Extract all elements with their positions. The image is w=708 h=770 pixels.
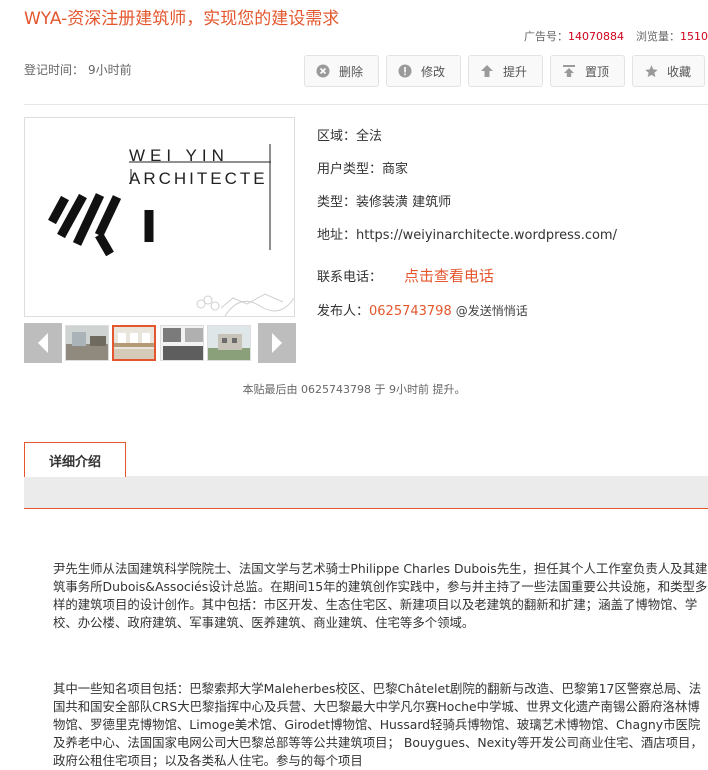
divider [24, 104, 708, 105]
thumbnail[interactable] [65, 325, 109, 361]
ad-number-label: 广告号： [524, 30, 568, 43]
ad-meta: 广告号：14070884 浏览量：1510 [524, 28, 708, 44]
tab-bar [24, 476, 708, 509]
category-value: 装修装潢 建筑师 [356, 195, 452, 210]
region-row: 区域：全法 [317, 125, 382, 144]
user-type-row: 用户类型：商家 [317, 158, 408, 177]
pin-top-icon [561, 63, 577, 79]
delete-label: 删除 [339, 64, 364, 79]
bump-button[interactable]: 提升 [468, 55, 543, 87]
last-bump-note: 本贴最后由 0625743798 于 9小时前 提升。 [242, 383, 466, 396]
category-label: 类型： [317, 195, 357, 210]
edit-icon [397, 63, 413, 79]
category-row: 类型：装修装潢 建筑师 [317, 191, 451, 210]
pin-button[interactable]: 置顶 [550, 55, 625, 87]
chevron-right-icon [272, 333, 282, 353]
region-value: 全法 [356, 129, 383, 144]
poster-row: 发布人：0625743798 @发送悄悄话 [317, 300, 528, 319]
registration-value: 9小时前 [88, 63, 132, 77]
user-type-value: 商家 [382, 162, 409, 177]
arrow-up-icon [479, 63, 495, 79]
delete-button[interactable]: 删除 [304, 55, 379, 87]
edit-button[interactable]: 修改 [386, 55, 461, 87]
chevron-left-icon [38, 333, 48, 353]
page-title: WYA-资深注册建筑师，实现您的建设需求 [24, 9, 340, 29]
favorite-label: 收藏 [667, 64, 692, 79]
phone-row: 联系电话： 点击查看电话 [317, 265, 494, 286]
description-paragraph-2: 其中一些知名项目包括：巴黎索邦大学Maleherbes校区、巴黎Châtelet… [53, 681, 703, 768]
edit-label: 修改 [421, 64, 446, 79]
bump-label: 提升 [503, 64, 528, 79]
show-phone-link[interactable]: 点击查看电话 [404, 267, 494, 285]
thumbnail[interactable] [207, 325, 251, 361]
architect-logo-image: WEI YIN ARCHITECTE [48, 144, 294, 316]
action-toolbar: 删除 修改 提升 置顶 收藏 [304, 55, 705, 87]
poster-link[interactable]: 0625743798 [369, 304, 452, 319]
thumbnail-active[interactable] [112, 325, 156, 361]
ad-number: 14070884 [568, 30, 624, 43]
phone-label: 联系电话： [317, 270, 383, 285]
thumbnail-strip [24, 323, 296, 363]
favorite-button[interactable]: 收藏 [632, 55, 705, 87]
star-icon [643, 63, 659, 79]
send-whisper-link[interactable]: @发送悄悄话 [456, 304, 528, 318]
description-paragraph-1: 尹先生师从法国建筑科学院院士、法国文学与艺术骑士Philippe Charles… [53, 561, 708, 630]
poster-label: 发布人： [317, 304, 370, 319]
registration-time: 登记时间： 9小时前 [24, 61, 132, 78]
address-label: 地址： [317, 228, 357, 243]
views-count: 1510 [680, 30, 708, 43]
registration-label: 登记时间： [24, 63, 85, 77]
main-photo[interactable]: WEI YIN ARCHITECTE [24, 117, 295, 317]
views-label: 浏览量： [636, 30, 680, 43]
prev-image-button[interactable] [24, 323, 62, 363]
thumbnail[interactable] [160, 325, 204, 361]
user-type-label: 用户类型： [317, 162, 383, 177]
address-value[interactable]: https://weiyinarchitecte.wordpress.com/ [356, 228, 617, 243]
pin-label: 置顶 [585, 64, 610, 79]
delete-icon [315, 63, 331, 79]
logo-text-2: ARCHITECTE [129, 169, 268, 188]
region-label: 区域： [317, 129, 357, 144]
tab-details[interactable]: 详细介绍 [24, 442, 126, 477]
next-image-button[interactable] [258, 323, 296, 363]
address-row: 地址：https://weiyinarchitecte.wordpress.co… [317, 224, 617, 243]
